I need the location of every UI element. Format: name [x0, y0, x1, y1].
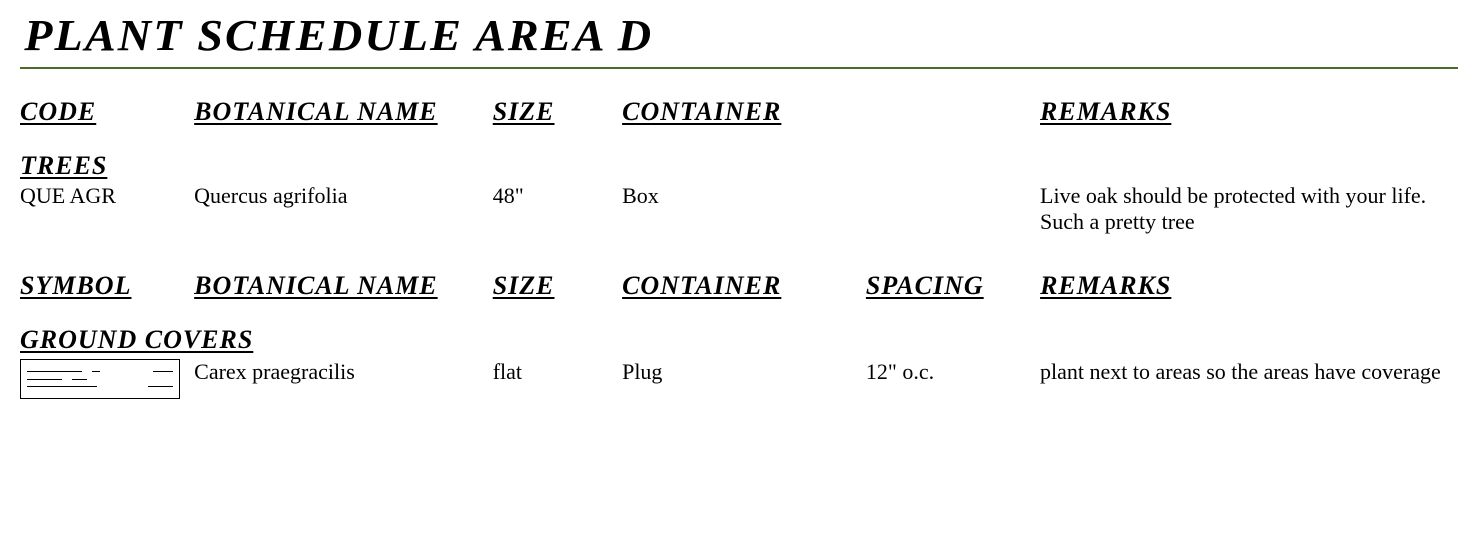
header-botanical: BOTANICAL NAME [194, 97, 437, 126]
table-row: Carex praegracilis flat Plug 12" o.c. pl… [20, 359, 1458, 399]
header-size-2: SIZE [493, 271, 555, 300]
cell-spacing: 12" o.c. [866, 359, 1040, 385]
cell-container: Plug [622, 359, 866, 385]
section2-category: GROUND COVERS [20, 325, 1458, 355]
cell-container: Box [622, 183, 1040, 209]
section2-headers: SYMBOL BOTANICAL NAME SIZE CONTAINER SPA… [20, 271, 1458, 301]
header-botanical-2: BOTANICAL NAME [194, 271, 437, 300]
page-title: PLANT SCHEDULE AREA D [20, 10, 1478, 61]
header-spacing: SPACING [866, 271, 984, 300]
table-row: QUE AGR Quercus agrifolia 48" Box Live o… [20, 183, 1458, 235]
hatch-symbol-icon [20, 359, 180, 399]
cell-symbol [20, 359, 194, 399]
header-size: SIZE [493, 97, 555, 126]
cell-botanical: Carex praegracilis [194, 359, 493, 385]
header-remarks: REMARKS [1040, 97, 1171, 126]
cell-remarks: plant next to areas so the areas have co… [1040, 359, 1458, 385]
section1-category: TREES [20, 151, 1458, 181]
header-remarks-2: REMARKS [1040, 271, 1171, 300]
cell-remarks: Live oak should be protected with your l… [1040, 183, 1458, 235]
header-container-2: CONTAINER [622, 271, 781, 300]
header-code: CODE [20, 97, 96, 126]
header-container: CONTAINER [622, 97, 781, 126]
header-symbol: SYMBOL [20, 271, 131, 300]
cell-botanical: Quercus agrifolia [194, 183, 493, 209]
cell-size: 48" [493, 183, 622, 209]
title-rule [20, 67, 1458, 69]
cell-size: flat [493, 359, 622, 385]
section1-headers: CODE BOTANICAL NAME SIZE CONTAINER REMAR… [20, 97, 1458, 127]
cell-code: QUE AGR [20, 183, 194, 209]
